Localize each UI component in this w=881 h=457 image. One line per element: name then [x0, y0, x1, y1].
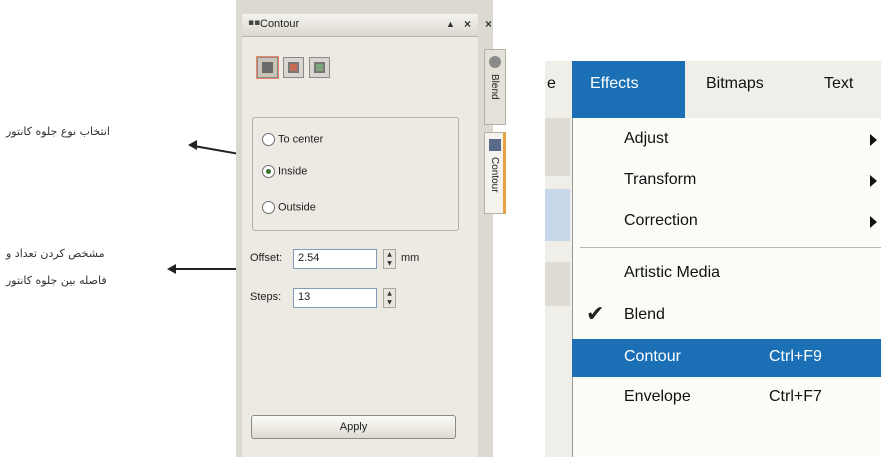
menu-separator	[580, 247, 881, 248]
to-center-mode-button[interactable]	[257, 57, 278, 78]
steps-label: Steps:	[250, 291, 282, 303]
docker-close-all-button[interactable]: ×	[485, 17, 492, 31]
submenu-arrow-icon	[870, 216, 877, 228]
outside-icon	[314, 62, 325, 73]
checkmark-icon: ✔	[586, 301, 605, 326]
steps-input[interactable]: 13	[293, 288, 377, 308]
radio-inside[interactable]: Inside	[262, 165, 307, 183]
annotation-arrowhead-mode	[188, 140, 197, 150]
toolbar-strip	[545, 189, 570, 241]
menu-item-correction[interactable]: Correction	[572, 203, 881, 241]
menu-item-label: Correction	[624, 212, 698, 229]
tab-contour-label: Contour	[489, 157, 500, 193]
to-center-icon	[262, 62, 273, 73]
radio-outside-label: Outside	[278, 201, 316, 214]
offset-label: Offset:	[250, 252, 283, 264]
close-button[interactable]: ×	[464, 17, 471, 31]
inside-mode-button[interactable]	[283, 57, 304, 78]
steps-spinner[interactable]: ▲ ▼	[383, 288, 396, 308]
contour-icon	[489, 139, 501, 151]
menu-item-label: Adjust	[624, 130, 669, 147]
menu-item-contour[interactable]: Contour Ctrl+F9	[572, 339, 881, 377]
tab-contour[interactable]: Contour	[484, 132, 506, 214]
radio-icon	[262, 133, 275, 146]
submenu-arrow-icon	[870, 134, 877, 146]
menu-item-envelope[interactable]: Envelope Ctrl+F7	[572, 379, 881, 417]
collapse-button[interactable]: ▲	[446, 19, 455, 29]
radio-selected-icon	[262, 165, 275, 178]
toolbar-strip	[545, 262, 570, 306]
menu-item-label: Transform	[624, 171, 697, 188]
annotation-offset-line1: مشخص کردن تعداد و	[6, 247, 105, 260]
radio-outside[interactable]: Outside	[262, 201, 316, 219]
menu-item-adjust[interactable]: Adjust	[572, 121, 881, 159]
offset-unit: mm	[401, 252, 420, 264]
radio-icon	[262, 201, 275, 214]
menu-item-label: Envelope	[624, 388, 691, 405]
annotation-offset-line2: فاصله بین جلوه کانتور	[6, 274, 107, 287]
docker-title: Contour	[260, 18, 300, 30]
toolbar-strip	[545, 118, 570, 176]
radio-inside-label: Inside	[278, 165, 308, 178]
menu-item-shortcut: Ctrl+F7	[769, 388, 822, 405]
menu-item-transform[interactable]: Transform	[572, 162, 881, 200]
menu-item-label: Artistic Media	[624, 264, 721, 281]
apply-button[interactable]: Apply	[251, 415, 456, 439]
menu-bitmaps[interactable]: Bitmaps	[706, 75, 764, 93]
offset-spinner[interactable]: ▲ ▼	[383, 249, 396, 269]
grip-icon[interactable]: ▪▪	[248, 18, 260, 28]
docker-body	[242, 37, 478, 457]
tab-blend[interactable]: Blend	[484, 49, 506, 125]
menu-item-label: Blend	[624, 306, 665, 323]
menu-item-partial[interactable]: e	[547, 75, 556, 93]
menu-item-artistic-media[interactable]: Artistic Media	[572, 255, 881, 293]
outside-mode-button[interactable]	[309, 57, 330, 78]
menu-item-blend[interactable]: ✔ Blend	[572, 297, 881, 335]
radio-to-center[interactable]: To center	[262, 133, 323, 151]
radio-to-center-label: To center	[278, 133, 324, 146]
blend-icon	[489, 56, 501, 68]
docker-titlebar[interactable]: ▪▪ Contour ▲ ×	[242, 14, 478, 37]
menu-effects[interactable]: Effects	[590, 75, 639, 93]
annotation-mode-selection: انتخاب نوع جلوه کانتور	[6, 125, 110, 138]
tab-blend-label: Blend	[489, 74, 500, 100]
menu-item-shortcut: Ctrl+F9	[769, 348, 822, 365]
submenu-arrow-icon	[870, 175, 877, 187]
menu-text[interactable]: Text	[824, 75, 853, 93]
menu-item-label: Contour	[624, 348, 681, 365]
offset-input[interactable]: 2.54	[293, 249, 377, 269]
inside-icon	[288, 62, 299, 73]
annotation-arrowhead-offset	[167, 264, 176, 274]
